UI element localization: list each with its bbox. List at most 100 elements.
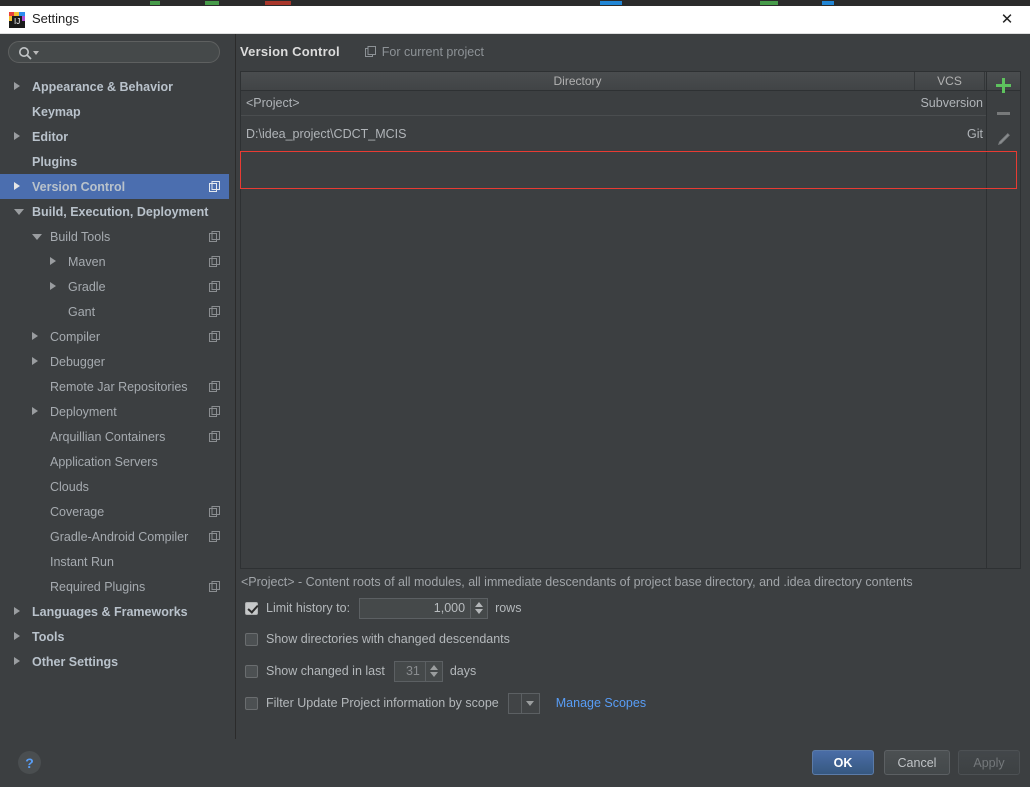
sidebar-item-other-settings[interactable]: Other Settings xyxy=(0,649,229,674)
sidebar-item-gradle[interactable]: Gradle xyxy=(0,274,229,299)
chevron-right-icon[interactable] xyxy=(32,332,38,340)
settings-dialog-window: IJ Settings ✕ Appearance & Behavior Keyma… xyxy=(0,0,1030,787)
chevron-up-icon[interactable] xyxy=(475,602,484,607)
scope-note: For current project xyxy=(364,45,484,59)
stepper-buttons[interactable] xyxy=(424,661,442,681)
sidebar-item-tools[interactable]: Tools xyxy=(0,624,229,649)
sidebar-item-compiler[interactable]: Compiler xyxy=(0,324,229,349)
sidebar-item-label: Tools xyxy=(32,629,65,644)
project-scope-icon xyxy=(209,581,220,592)
sidebar-item-build-tools[interactable]: Build Tools xyxy=(0,224,229,249)
chevron-up-icon[interactable] xyxy=(429,665,438,670)
edit-mapping-button[interactable] xyxy=(987,127,1020,154)
show-changed-in-last-option: Show changed in last 31 days xyxy=(245,660,476,682)
sidebar-item-label: Appearance & Behavior xyxy=(32,79,174,94)
sidebar-item-label: Maven xyxy=(68,254,106,269)
sidebar-item-plugins[interactable]: Plugins xyxy=(0,149,229,174)
remove-mapping-button[interactable] xyxy=(987,100,1020,127)
table-row[interactable]: D:\idea_project\CDCT_MCIS Git xyxy=(241,115,987,152)
table-row[interactable]: <Project> Subversion xyxy=(241,91,987,115)
chevron-right-icon[interactable] xyxy=(32,357,38,365)
sidebar-item-label: Gant xyxy=(68,304,96,319)
sidebar-item-deployment[interactable]: Deployment xyxy=(0,399,229,424)
chevron-down-icon[interactable] xyxy=(475,609,484,614)
project-scope-icon xyxy=(209,431,220,442)
chevron-right-icon[interactable] xyxy=(50,257,56,265)
table-header-row: Directory VCS xyxy=(241,72,1020,91)
close-icon[interactable]: ✕ xyxy=(984,6,1030,33)
cancel-button[interactable]: Cancel xyxy=(884,750,950,775)
sidebar-item-debugger[interactable]: Debugger xyxy=(0,349,229,374)
show-changed-in-last-checkbox[interactable] xyxy=(245,664,258,678)
project-scope-icon xyxy=(209,281,220,292)
project-scope-icon xyxy=(364,46,376,57)
project-scope-icon xyxy=(209,181,220,192)
ok-button[interactable]: OK xyxy=(812,750,874,775)
filter-by-scope-checkbox[interactable] xyxy=(245,696,258,710)
cell-directory: <Project> xyxy=(246,96,300,110)
sidebar-item-version-control[interactable]: Version Control xyxy=(0,174,229,199)
show-changed-in-last-value[interactable]: 31 xyxy=(395,662,425,681)
limit-history-value[interactable]: 1,000 xyxy=(360,599,470,618)
show-changed-descendants-checkbox[interactable] xyxy=(245,632,258,646)
dialog-footer: ? OK Cancel Apply xyxy=(0,739,1030,787)
title-bar: IJ Settings ✕ xyxy=(0,6,1030,34)
apply-button[interactable]: Apply xyxy=(958,750,1020,775)
chevron-down-icon[interactable] xyxy=(520,693,539,713)
chevron-right-icon[interactable] xyxy=(50,282,56,290)
sidebar-item-editor[interactable]: Editor xyxy=(0,124,229,149)
chevron-right-icon[interactable] xyxy=(14,657,20,665)
sidebar-item-instant-run[interactable]: Instant Run xyxy=(0,549,229,574)
column-header-vcs[interactable]: VCS xyxy=(915,72,985,90)
sidebar-item-label: Deployment xyxy=(50,404,117,419)
sidebar-item-gant[interactable]: Gant xyxy=(0,299,229,324)
sidebar-item-label: Build, Execution, Deployment xyxy=(32,204,209,219)
help-button[interactable]: ? xyxy=(18,751,41,774)
scope-select[interactable] xyxy=(507,692,540,714)
sidebar-item-label: Build Tools xyxy=(50,229,111,244)
project-hint-text: <Project> - Content roots of all modules… xyxy=(241,575,913,589)
search-box[interactable] xyxy=(8,41,220,63)
chevron-right-icon[interactable] xyxy=(14,607,20,615)
limit-history-checkbox[interactable] xyxy=(245,601,258,615)
search-input[interactable] xyxy=(43,44,217,62)
sidebar-item-languages-frameworks[interactable]: Languages & Frameworks xyxy=(0,599,229,624)
chevron-right-icon[interactable] xyxy=(14,82,20,90)
chevron-down-icon[interactable] xyxy=(32,234,42,240)
sidebar-item-build-execution-deployment[interactable]: Build, Execution, Deployment xyxy=(0,199,229,224)
chevron-right-icon[interactable] xyxy=(14,132,20,140)
cell-directory: D:\idea_project\CDCT_MCIS xyxy=(246,126,407,141)
chevron-down-icon[interactable] xyxy=(14,209,24,215)
sidebar-item-appearance-behavior[interactable]: Appearance & Behavior xyxy=(0,74,229,99)
sidebar-item-coverage[interactable]: Coverage xyxy=(0,499,229,524)
sidebar-item-keymap[interactable]: Keymap xyxy=(0,99,229,124)
sidebar-item-gradle-android-compiler[interactable]: Gradle-Android Compiler xyxy=(0,524,229,549)
page-title: Version Control xyxy=(240,44,340,59)
chevron-down-icon[interactable] xyxy=(429,672,438,677)
chevron-right-icon[interactable] xyxy=(14,182,20,190)
sidebar-item-application-servers[interactable]: Application Servers xyxy=(0,449,229,474)
sidebar-item-clouds[interactable]: Clouds xyxy=(0,474,229,499)
project-scope-icon xyxy=(209,406,220,417)
project-scope-icon xyxy=(209,531,220,542)
limit-history-stepper[interactable]: 1,000 xyxy=(359,597,489,619)
show-changed-in-last-stepper[interactable]: 31 xyxy=(393,660,443,682)
project-scope-icon xyxy=(209,256,220,267)
column-header-directory[interactable]: Directory xyxy=(241,72,915,90)
sidebar-item-arquillian-containers[interactable]: Arquillian Containers xyxy=(0,424,229,449)
window-title: Settings xyxy=(32,11,79,26)
add-mapping-button[interactable] xyxy=(987,72,1020,99)
stepper-buttons[interactable] xyxy=(470,598,487,618)
sidebar-item-remote-jar-repositories[interactable]: Remote Jar Repositories xyxy=(0,374,229,399)
sidebar-item-maven[interactable]: Maven xyxy=(0,249,229,274)
intellij-idea-icon: IJ xyxy=(9,12,25,28)
chevron-right-icon[interactable] xyxy=(32,407,38,415)
chevron-down-icon[interactable] xyxy=(33,51,39,55)
manage-scopes-link[interactable]: Manage Scopes xyxy=(556,696,646,710)
sidebar-item-required-plugins[interactable]: Required Plugins xyxy=(0,574,229,599)
sidebar-item-label: Clouds xyxy=(50,479,89,494)
sidebar-item-label: Editor xyxy=(32,129,69,144)
limit-history-option: Limit history to: 1,000 rows xyxy=(245,597,521,619)
chevron-right-icon[interactable] xyxy=(14,632,20,640)
plus-icon xyxy=(996,78,1011,93)
